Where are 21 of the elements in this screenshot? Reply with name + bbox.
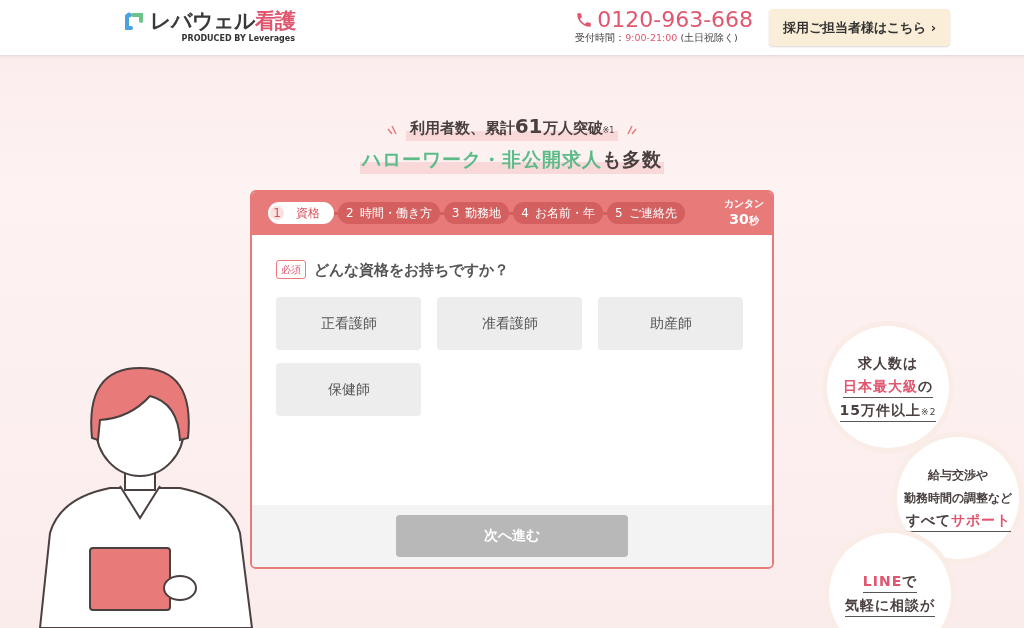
- logo-tagline: PRODUCED BY Leverages: [180, 32, 295, 45]
- bubble-text: 気軽に相談が: [845, 595, 935, 617]
- qualification-option[interactable]: 保健師: [276, 363, 421, 416]
- qualification-option[interactable]: 正看護師: [276, 297, 421, 350]
- logo-icon: [124, 10, 146, 33]
- bubble-text: 勤務時間の調整など: [904, 490, 1012, 507]
- bubble-text: LINEで: [862, 571, 918, 593]
- phone-number[interactable]: 0120-963-668: [597, 9, 754, 32]
- bubble-text: 給与交渉や: [928, 467, 988, 484]
- employer-link-button[interactable]: 採用ご担当者様はこちら ›: [769, 8, 950, 47]
- bubble-text: 15万件以上※2: [839, 399, 937, 422]
- qualification-option[interactable]: 准看護師: [437, 297, 582, 350]
- hours-text: 受付時間：9:00-21:00 (土日祝除く): [575, 31, 739, 46]
- required-tag: 必須: [276, 260, 306, 280]
- duration-label: カンタン 30秒: [724, 198, 764, 228]
- question-text: どんな資格をお持ちですか？: [314, 259, 509, 281]
- bubble-text: 日本最大級の: [843, 375, 933, 398]
- logo-text: レバウェル看護: [150, 11, 295, 32]
- bubble-text: 求人数は: [858, 353, 918, 373]
- phone-icon: [575, 11, 594, 30]
- qualification-option[interactable]: 助産師: [598, 297, 743, 350]
